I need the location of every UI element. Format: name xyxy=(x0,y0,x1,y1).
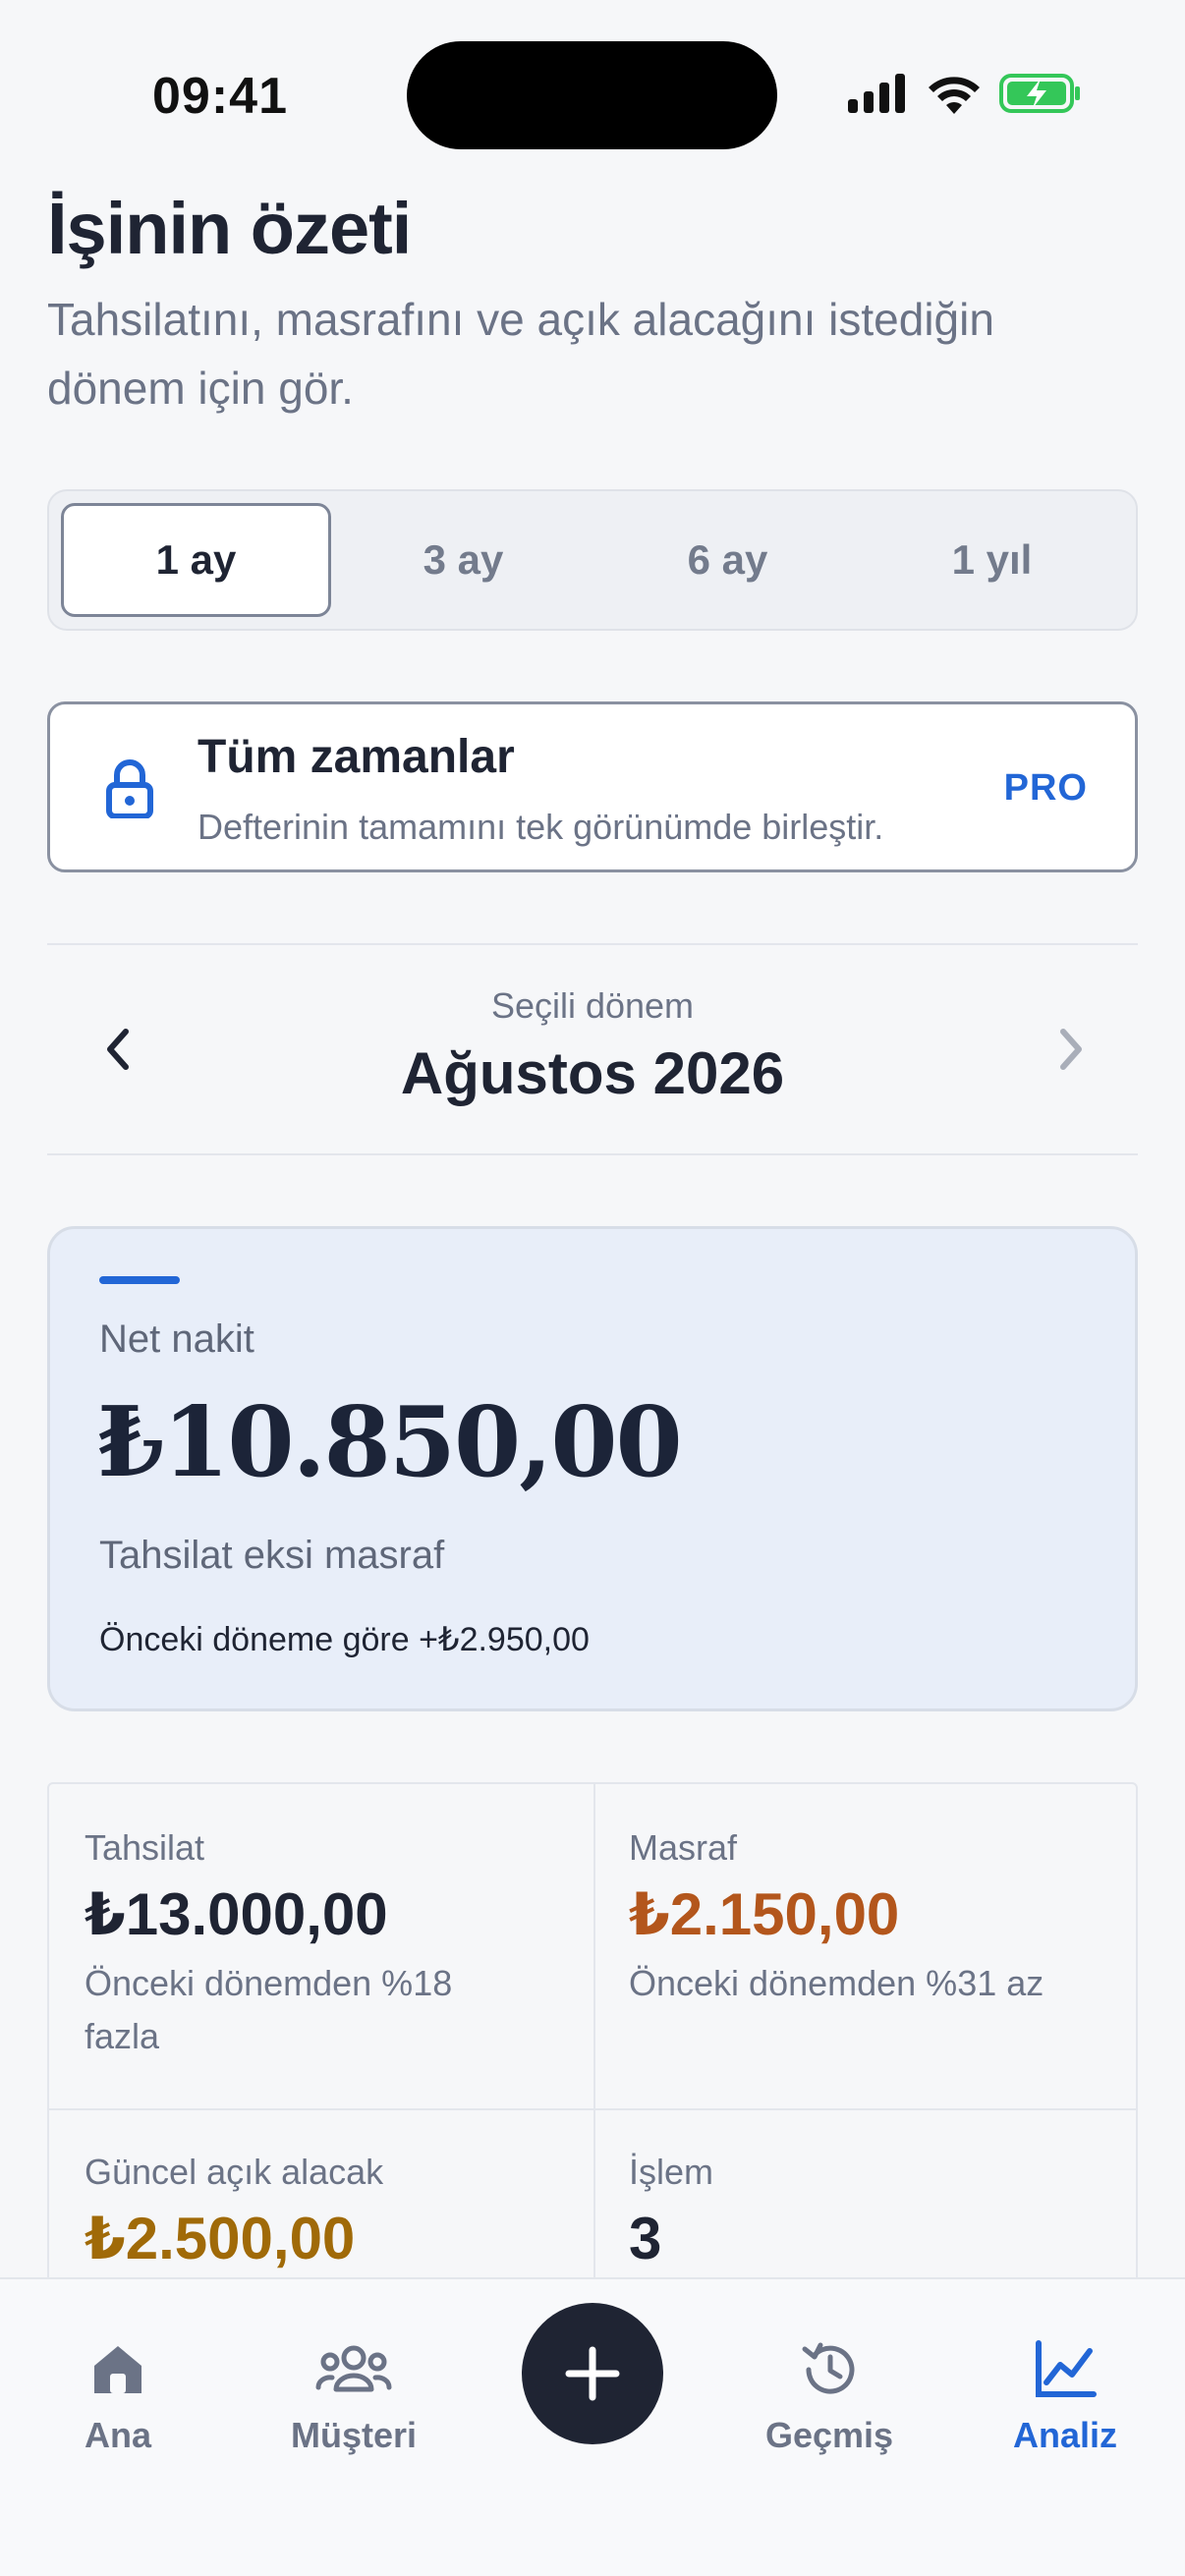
nav-tab-label: Ana xyxy=(84,2415,151,2455)
stat-collections: Tahsilat ₺13.000,00 Önceki dönemden %18 … xyxy=(85,1784,595,2063)
period-tab-1-month[interactable]: 1 ay xyxy=(61,503,331,617)
period-label: Seçili dönem xyxy=(490,985,695,1026)
net-cash-value: ₺10.850,00 xyxy=(97,1386,683,1499)
chevron-right-icon[interactable] xyxy=(1040,1020,1099,1079)
period-tab-3-months[interactable]: 3 ay xyxy=(331,503,595,617)
divider xyxy=(47,943,1138,945)
net-cash-comparison: Önceki döneme göre +₺2.950,00 xyxy=(99,1621,590,1658)
period-value: Ağustos 2026 xyxy=(400,1040,785,1106)
nav-tab-customers[interactable]: Müşteri xyxy=(246,2330,462,2456)
nav-tab-history[interactable]: Geçmiş xyxy=(721,2330,937,2456)
stat-value: ₺2.150,00 xyxy=(629,1881,900,1947)
stat-label: Masraf xyxy=(629,1827,738,1868)
net-cash-card: Net nakit ₺10.850,00 Tahsilat eksi masra… xyxy=(47,1226,1138,1711)
home-icon xyxy=(10,2330,226,2409)
stat-value: 3 xyxy=(629,2206,662,2271)
lock-icon xyxy=(106,759,153,818)
bottom-nav: Ana Müşteri Geçmiş Analiz xyxy=(0,2277,1185,2576)
all-time-pro-card[interactable]: Tüm zamanlar Defterinin tamamını tek gör… xyxy=(47,701,1138,872)
status-time: 09:41 xyxy=(152,68,288,125)
stat-note: Önceki dönemden %18 fazla xyxy=(85,1963,453,2056)
chart-icon xyxy=(957,2330,1173,2409)
dynamic-island xyxy=(407,41,777,149)
pro-badge: PRO xyxy=(1003,767,1088,809)
stat-open-receivable: Güncel açık alacak ₺2.500,00 xyxy=(85,2108,595,2273)
status-bar: 09:41 xyxy=(0,0,1185,187)
net-cash-subtitle: Tahsilat eksi masraf xyxy=(99,1534,445,1577)
nav-tab-label: Geçmiş xyxy=(764,2415,894,2455)
pro-card-title: Tüm zamanlar xyxy=(198,731,515,783)
add-transaction-button[interactable] xyxy=(522,2303,663,2444)
nav-tab-label: Analiz xyxy=(1012,2415,1117,2455)
history-icon xyxy=(721,2330,937,2409)
stat-label: İşlem xyxy=(629,2152,714,2192)
wifi-icon xyxy=(929,77,980,114)
net-cash-label: Net nakit xyxy=(99,1317,254,1361)
period-tab-1-year[interactable]: 1 yıl xyxy=(860,503,1124,617)
nav-tab-analytics[interactable]: Analiz xyxy=(957,2330,1173,2456)
nav-tab-home[interactable]: Ana xyxy=(10,2330,226,2456)
period-tab-6-months[interactable]: 6 ay xyxy=(595,503,860,617)
stat-value: ₺13.000,00 xyxy=(85,1881,388,1947)
stat-value: ₺2.500,00 xyxy=(85,2206,356,2271)
divider xyxy=(47,1153,1138,1155)
plus-icon xyxy=(565,2346,620,2401)
status-icons xyxy=(848,73,1082,114)
period-segmented-control: 1 ay 3 ay 6 ay 1 yıl xyxy=(47,489,1138,631)
accent-bar xyxy=(99,1276,180,1284)
nav-tab-label: Müşteri xyxy=(290,2415,418,2455)
signal-icon xyxy=(848,74,905,113)
stat-note: Önceki dönemden %31 az xyxy=(629,1963,1044,2003)
pro-card-description: Defterinin tamamını tek görünümde birleş… xyxy=(198,807,884,847)
page-title: İşinin özeti xyxy=(47,188,412,269)
stat-label: Tahsilat xyxy=(85,1827,205,1868)
battery-charging-icon xyxy=(999,74,1080,113)
stat-label: Güncel açık alacak xyxy=(85,2152,384,2192)
page-subtitle: Tahsilatını, masrafını ve açık alacağını… xyxy=(47,294,994,414)
stat-transactions: İşlem 3 xyxy=(629,2108,1140,2272)
users-icon xyxy=(246,2330,462,2409)
stat-expenses: Masraf ₺2.150,00 Önceki dönemden %31 az xyxy=(629,1784,1140,2010)
